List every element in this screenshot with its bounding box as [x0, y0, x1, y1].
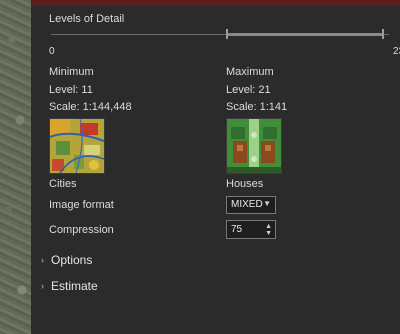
- maximum-heading: Maximum: [226, 66, 274, 78]
- estimate-label: Estimate: [51, 279, 98, 293]
- slider-min-tick: 0: [49, 46, 55, 57]
- minimum-heading: Minimum: [49, 66, 94, 78]
- header-accent-bar: [31, 0, 400, 6]
- chevron-down-icon: ▼: [263, 199, 271, 208]
- chevron-right-icon: ›: [41, 281, 44, 291]
- maximum-level: Level: 21: [226, 84, 271, 96]
- slider-min-handle[interactable]: [226, 29, 228, 39]
- maximum-scale: Scale: 1:141: [226, 101, 288, 113]
- slider-max-handle[interactable]: [382, 29, 384, 39]
- create-tile-package-panel: Levels of Detail 0 23 Minimum Level: 11 …: [31, 0, 400, 334]
- chevron-up-icon[interactable]: ▲: [265, 223, 272, 230]
- chevron-right-icon: ›: [41, 255, 44, 265]
- map-background-strip: [0, 0, 31, 334]
- minimum-caption: Cities: [49, 178, 77, 190]
- slider-max-tick: 23: [393, 46, 400, 57]
- image-format-value: MIXED: [231, 199, 263, 210]
- compression-value: 75: [231, 224, 243, 235]
- image-format-select[interactable]: MIXED ▼: [226, 196, 276, 214]
- slider-selected-range: [227, 33, 383, 36]
- chevron-down-icon[interactable]: ▼: [265, 230, 272, 237]
- minimum-level: Level: 11: [49, 84, 93, 96]
- levels-of-detail-label: Levels of Detail: [49, 13, 125, 25]
- options-label: Options: [51, 253, 93, 267]
- maximum-preview-image: [226, 118, 282, 174]
- image-format-label: Image format: [49, 199, 114, 211]
- minimum-preview-image: [49, 118, 105, 174]
- maximum-caption: Houses: [226, 178, 264, 190]
- compression-label: Compression: [49, 224, 114, 236]
- minimum-scale: Scale: 1:144,448: [49, 101, 132, 113]
- compression-stepper[interactable]: 75 ▲ ▼: [226, 220, 276, 239]
